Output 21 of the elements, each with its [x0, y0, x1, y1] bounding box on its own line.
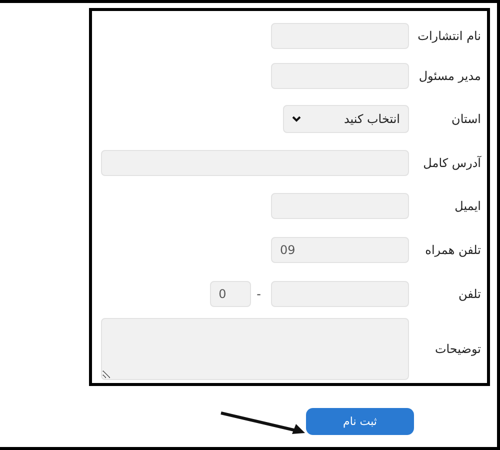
field-label: توضیحات [434, 342, 481, 356]
register-button[interactable]: ثبت نام [306, 408, 414, 435]
arrow-icon [220, 411, 306, 435]
text-field[interactable] [271, 193, 409, 220]
area-code-field[interactable]: 0 [210, 280, 251, 307]
separator-text: - [256, 286, 261, 301]
field-label: ایمیل [454, 199, 481, 214]
field-label: تلفن همراه [424, 243, 481, 258]
field-label: نام انتشارات [419, 28, 481, 43]
province-dropdown[interactable]: انتخاب کنید [283, 105, 409, 134]
field-label: آدرس کامل [422, 156, 481, 170]
text-field[interactable]: 09 [271, 237, 409, 264]
field-label: مدیر مسئول [419, 68, 481, 83]
text-field[interactable] [271, 62, 409, 89]
text-field[interactable] [271, 22, 409, 49]
description-field[interactable] [101, 318, 409, 380]
field-label: تلفن [457, 286, 481, 301]
field-label: استان [450, 112, 481, 126]
text-field[interactable] [101, 150, 409, 176]
chevron-down-icon [292, 116, 301, 122]
phone-number-field[interactable] [271, 280, 409, 307]
